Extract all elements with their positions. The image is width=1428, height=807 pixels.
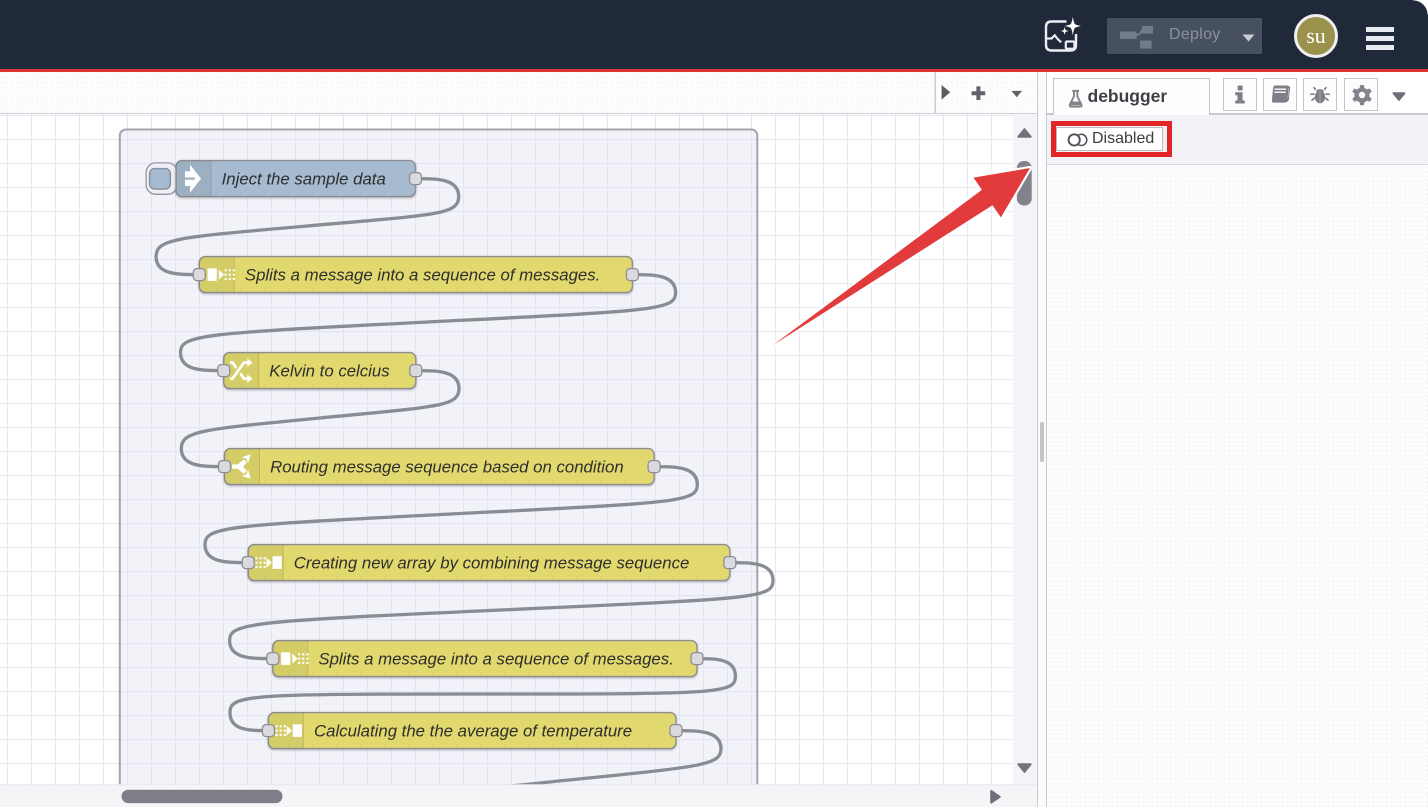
svg-text:Creating new array by combinin: Creating new array by combining message … <box>294 554 690 573</box>
svg-text:Routing message sequence based: Routing message sequence based on condit… <box>270 458 624 477</box>
svg-text:Inject the sample data: Inject the sample data <box>222 170 386 189</box>
svg-text:Calculating the the average of: Calculating the the average of temperatu… <box>314 722 632 741</box>
svg-text:Splits a message into a sequen: Splits a message into a sequence of mess… <box>245 266 600 285</box>
svg-text:Kelvin to celcius: Kelvin to celcius <box>269 362 390 381</box>
svg-text:Splits a message into a sequen: Splits a message into a sequence of mess… <box>318 650 673 669</box>
